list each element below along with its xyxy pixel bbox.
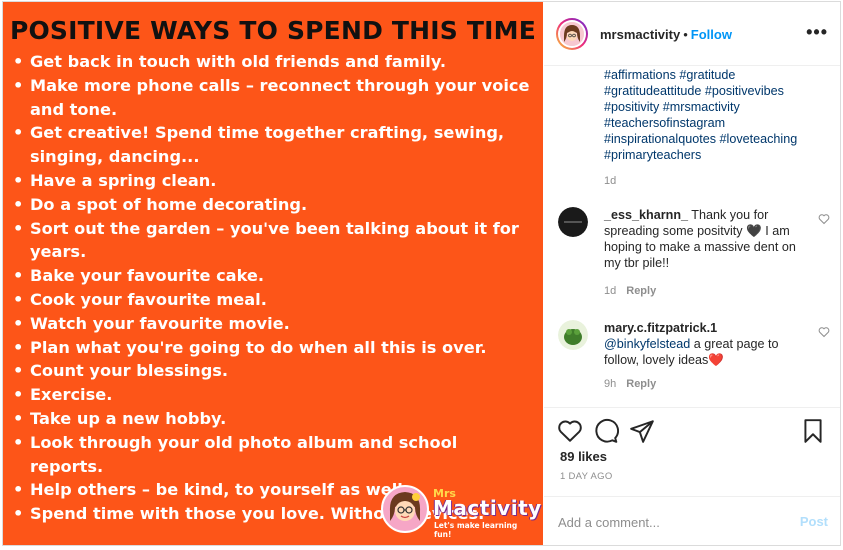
list-item: Get creative! Spend time together crafti… — [13, 121, 533, 169]
comment-mention-link[interactable]: @binkyfelstead — [604, 337, 690, 351]
instagram-post: POSITIVE WAYS TO SPEND THIS TIME Get bac… — [2, 1, 841, 546]
share-icon[interactable] — [629, 418, 655, 444]
post-header: mrsmactivity • Follow ••• — [544, 2, 840, 66]
avatar-character-icon — [560, 22, 584, 46]
comments-section: #affirmations #gratitude #gratitudeattit… — [544, 67, 840, 407]
list-item: Take up a new hobby. — [13, 407, 533, 431]
posted-time: 1 DAY AGO — [560, 471, 613, 482]
post-side-panel: mrsmactivity • Follow ••• #affirmations #g… — [544, 2, 840, 545]
list-item: Get back in touch with old friends and f… — [13, 50, 533, 74]
image-title: POSITIVE WAYS TO SPEND THIS TIME — [9, 16, 537, 45]
like-comment-heart-icon[interactable] — [818, 326, 830, 338]
reply-button[interactable]: Reply — [626, 285, 656, 297]
comment-username[interactable]: mary.c.fitzpatrick.1 — [604, 321, 717, 335]
comment-username[interactable]: _ess_kharnn_ — [604, 208, 688, 222]
reply-button[interactable]: Reply — [626, 378, 656, 390]
commenter-avatar[interactable] — [558, 320, 588, 350]
username-link[interactable]: mrsmactivity — [600, 27, 680, 42]
username-row: mrsmactivity • Follow — [600, 27, 732, 42]
caption-hashtags[interactable]: #affirmations #gratitude #gratitudeattit… — [604, 67, 824, 163]
heart-icon[interactable] — [557, 418, 583, 444]
avatar[interactable] — [556, 18, 588, 50]
comment-meta: 1d Reply — [604, 285, 656, 297]
comment-icon[interactable] — [593, 418, 619, 444]
comment-item: mary.c.fitzpatrick.1 @binkyfelstead a gr… — [558, 320, 830, 395]
logo-name-text: Mactivity — [433, 496, 542, 520]
mrs-mactivity-logo: Mrs Mactivity Let's make learning fun! — [377, 483, 541, 539]
list-item: Watch your favourite movie. — [13, 312, 533, 336]
more-options-icon[interactable]: ••• — [806, 22, 828, 43]
like-comment-heart-icon[interactable] — [818, 213, 830, 225]
logo-tagline: Let's make learning fun! — [434, 521, 518, 539]
list-item: Plan what you're going to do when all th… — [13, 336, 533, 360]
list-item: Count your blessings. — [13, 359, 533, 383]
list-item: Exercise. — [13, 383, 533, 407]
list-item: Bake your favourite cake. — [13, 264, 533, 288]
comment-meta: 9h Reply — [604, 378, 656, 390]
bookmark-icon[interactable] — [800, 418, 826, 444]
comment-time: 9h — [604, 378, 617, 390]
add-comment-bar: Post — [544, 496, 840, 546]
list-item: Cook your favourite meal. — [13, 288, 533, 312]
logo-character-icon — [381, 485, 429, 533]
comment-time: 1d — [604, 285, 617, 297]
list-item: Sort out the garden – you've been talkin… — [13, 217, 533, 265]
list-item: Do a spot of home decorating. — [13, 193, 533, 217]
list-item: Have a spring clean. — [13, 169, 533, 193]
add-comment-input[interactable] — [558, 512, 788, 532]
list-item: Make more phone calls – reconnect throug… — [13, 74, 533, 122]
commenter-avatar[interactable] — [558, 207, 588, 237]
likes-count[interactable]: 89 likes — [560, 449, 607, 464]
image-list: Get back in touch with old friends and f… — [13, 50, 533, 526]
caption-time: 1d — [604, 175, 617, 187]
follow-button[interactable]: Follow — [691, 27, 732, 42]
post-comment-button[interactable]: Post — [800, 514, 828, 529]
post-actions: 89 likes 1 DAY AGO Post — [544, 407, 840, 545]
comment-item: _ess_kharnn_ Thank you for spreading som… — [558, 207, 830, 297]
comment-body: _ess_kharnn_ Thank you for spreading som… — [604, 207, 804, 271]
separator-dot: • — [683, 27, 688, 42]
post-image[interactable]: POSITIVE WAYS TO SPEND THIS TIME Get bac… — [3, 2, 543, 545]
comment-body: mary.c.fitzpatrick.1 @binkyfelstead a gr… — [604, 320, 804, 368]
list-item: Look through your old photo album and sc… — [13, 431, 533, 479]
